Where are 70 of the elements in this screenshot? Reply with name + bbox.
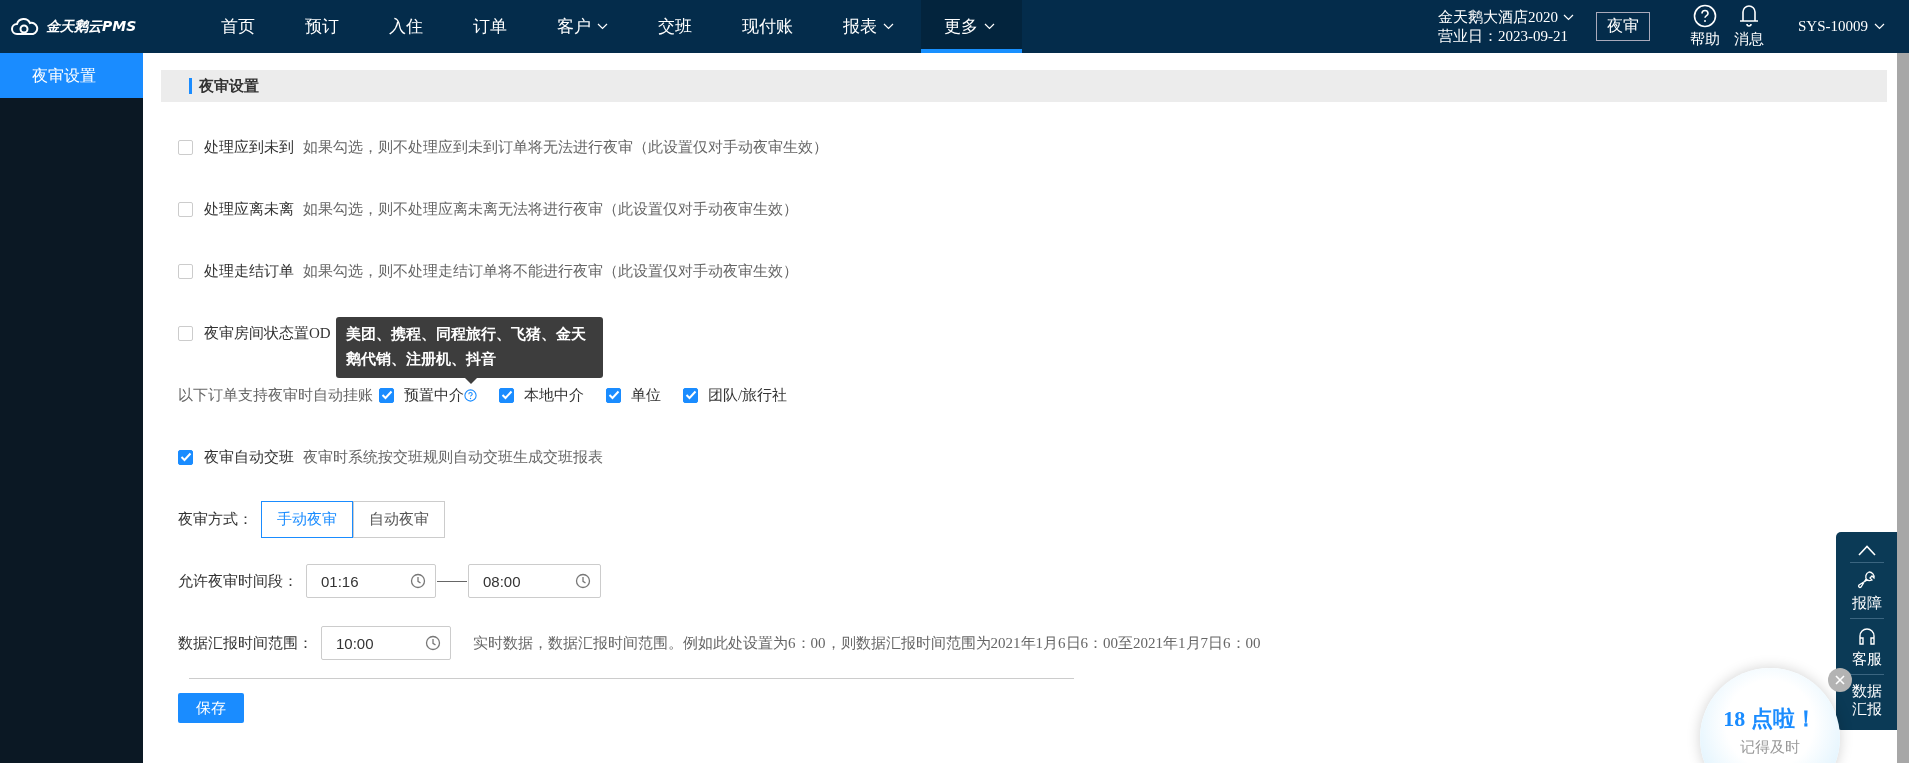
field-note: 实时数据，数据汇报时间范围。例如此处设置为6：00，则数据汇报时间范围为2021年1月6日6：00至2021年1月7日6：00 [473,633,1261,653]
bell-icon [1738,4,1760,28]
time-field[interactable]: 01:16 [306,564,436,598]
option-label: 预置中介 [404,385,464,405]
clock-icon [575,573,591,589]
option-label: 单位 [631,385,661,405]
option-description: 如果勾选，则不处理走结订单将不能进行夜审（此设置仅对手动夜审生效） [303,261,798,281]
tooltip-arrow [465,377,477,384]
clock-icon [425,635,441,651]
tool-button[interactable]: 报障 [1849,563,1884,619]
help-icon [1693,4,1717,28]
chevron-down-icon [1874,23,1885,30]
headset-icon [1856,626,1877,646]
option-description: 夜审时系统按交班规则自动交班生成交班报表 [303,447,603,467]
tooltip: 美团、携程、同程旅行、飞猪、金天鹅代销、注册机、抖音 [336,316,603,378]
nav-tab[interactable]: 入住 [366,0,450,53]
nav-tab[interactable]: 首页 [198,0,282,53]
help-button[interactable]: 帮助 [1690,0,1720,53]
checkbox[interactable] [178,263,193,279]
field-label: 夜审方式： [178,509,253,529]
night-audit-button[interactable]: 夜审 [1596,12,1650,41]
auto-post-label: 以下订单支持夜审时自动挂账 [178,385,373,405]
nav-tab[interactable]: 交班 [635,0,719,53]
option-label: 夜审房间状态置OD [204,323,331,343]
field-label: 数据汇报时间范围： [178,633,313,653]
option-description: 如果勾选，则不处理应离未离无法将进行夜审（此设置仅对手动夜审生效） [303,199,798,219]
help-icon[interactable] [464,388,477,402]
app-logo[interactable]: 金天鹅云PMS [0,0,198,53]
option-label: 处理走结订单 [204,261,294,281]
option-label: 处理应到未到 [204,137,294,157]
checkbox[interactable] [499,387,514,403]
nav-tab[interactable]: 报表 [820,0,921,53]
option-description: 如果勾选，则不处理应到未到订单将无法进行夜审（此设置仅对手动夜审生效） [303,137,828,157]
cloud-icon [10,17,40,36]
nav-tab[interactable]: 更多 [921,0,1022,53]
hotel-selector[interactable]: 金天鹅大酒店2020 [1438,7,1574,27]
checkbox[interactable] [178,139,193,155]
user-menu[interactable]: SYS-10009 [1798,0,1885,53]
chevron-up-icon [1857,545,1876,556]
nav-tab[interactable]: 预订 [282,0,366,53]
wrench-icon [1856,570,1877,590]
field-label: 允许夜审时间段： [178,571,298,591]
segment-button[interactable]: 自动夜审 [353,500,445,538]
clock-icon [410,573,426,589]
checkbox[interactable] [178,201,193,217]
option-label: 处理应离未离 [204,199,294,219]
tool-button[interactable]: 客服 [1849,619,1884,675]
option-label: 夜审自动交班 [204,447,294,467]
time-field[interactable]: 08:00 [468,564,601,598]
business-date: 营业日：2023-09-21 [1438,26,1569,46]
checkbox[interactable] [379,387,394,403]
nav-tab[interactable]: 订单 [450,0,534,53]
checkbox[interactable] [178,325,193,341]
option-label: 团队/旅行社 [708,385,788,405]
promo-text: 记得及时 [1740,738,1800,757]
nav-tab[interactable]: 客户 [534,0,635,53]
time-field[interactable]: 10:00 [321,626,451,660]
option-label: 本地中介 [524,385,584,405]
scrollbar[interactable] [1897,53,1909,763]
messages-button[interactable]: 消息 [1734,0,1764,53]
checkbox[interactable] [683,387,698,403]
checkbox[interactable] [178,449,193,465]
promo-headline: 18 点啦！ [1723,705,1817,733]
section-title: 夜审设置 [199,76,259,96]
close-icon [1834,674,1846,686]
segment-button[interactable]: 手动夜审 [261,500,353,538]
chevron-down-icon [1563,13,1574,21]
tool-button[interactable]: 数据汇报 [1849,675,1884,724]
checkbox[interactable] [606,387,621,403]
nav-tab[interactable]: 现付账 [719,0,820,53]
